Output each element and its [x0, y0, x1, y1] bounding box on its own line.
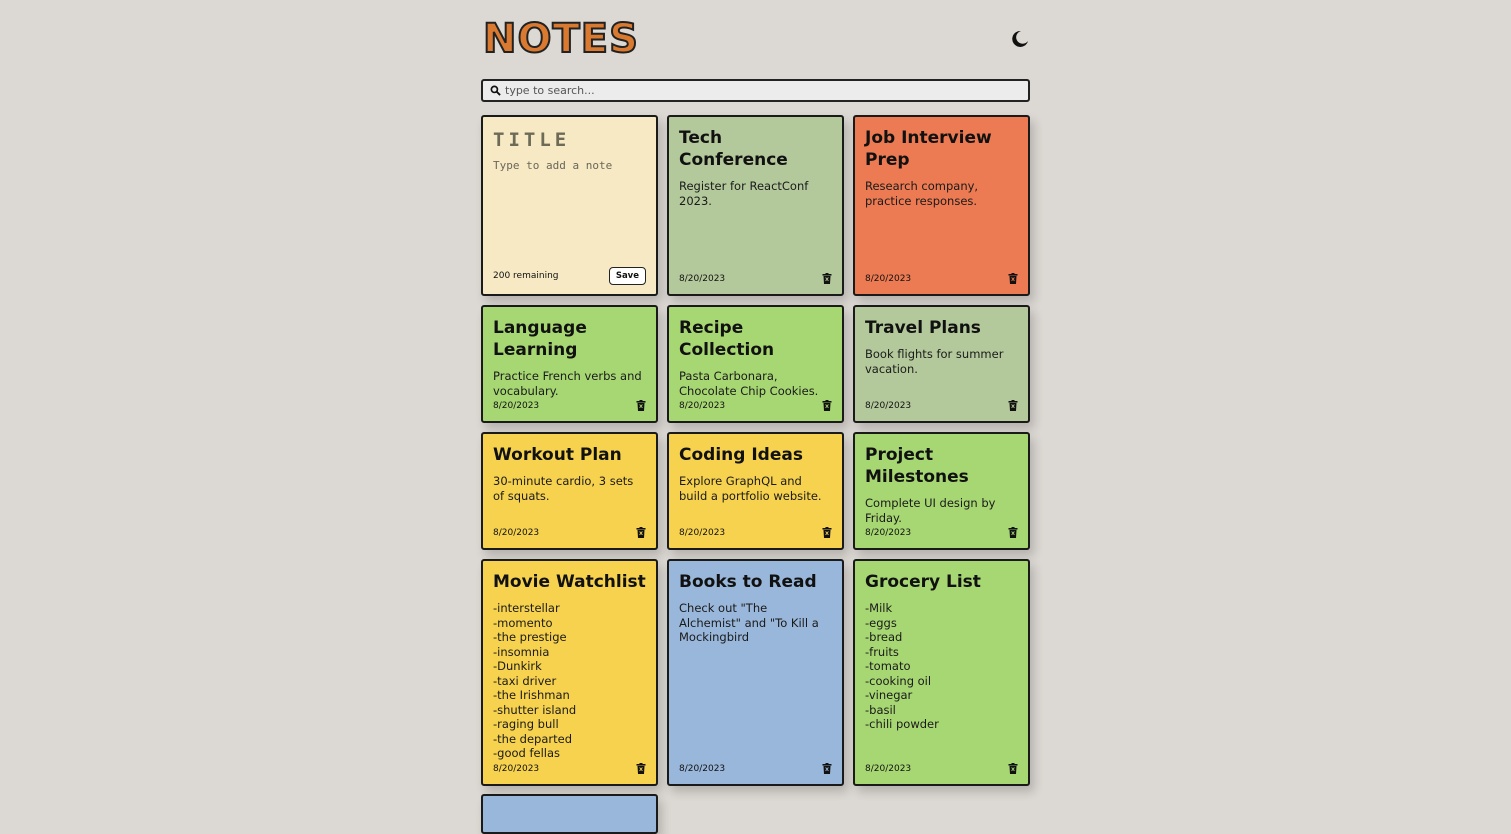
note-card-partial: [481, 794, 658, 834]
note-footer: 8/20/2023: [865, 273, 1018, 284]
note-card: Project Milestones Complete UI design by …: [853, 432, 1030, 550]
save-button[interactable]: Save: [608, 267, 646, 285]
note-title: Coding Ideas: [679, 445, 803, 465]
note-footer: 8/20/2023: [679, 273, 832, 284]
new-note-body-input[interactable]: [493, 159, 643, 239]
note-card: Movie Watchlist -interstellar -momento -t…: [481, 559, 658, 786]
app-title: NOTES: [482, 15, 639, 63]
search-icon: [485, 81, 505, 100]
note-footer: 8/20/2023: [865, 400, 1018, 411]
note-card: Books to Read Check out "The Alchemist" a…: [667, 559, 844, 786]
note-date: 8/20/2023: [865, 763, 912, 774]
note-footer: 8/20/2023: [865, 763, 1018, 774]
note-body: Register for ReactConf 2023.: [679, 179, 809, 208]
note-title: Books to Read: [679, 572, 817, 592]
header: NOTES: [481, 0, 1030, 79]
trash-icon[interactable]: [822, 400, 832, 411]
note-title: Grocery List: [865, 572, 981, 592]
note-card: Coding Ideas Explore GraphQL and build a …: [667, 432, 844, 550]
note-title: Project Milestones: [865, 445, 969, 487]
note-title: Language Learning: [493, 318, 587, 360]
trash-icon[interactable]: [1008, 527, 1018, 538]
note-date: 8/20/2023: [679, 763, 726, 774]
note-body: -Milk -eggs -bread -fruits -tomato -cook…: [865, 601, 939, 731]
trash-icon[interactable]: [1008, 400, 1018, 411]
note-footer: 8/20/2023: [679, 400, 832, 411]
note-card: Grocery List -Milk -eggs -bread -fruits -…: [853, 559, 1030, 786]
note-footer: 8/20/2023: [493, 400, 646, 411]
note-date: 8/20/2023: [493, 763, 540, 774]
trash-icon[interactable]: [636, 527, 646, 538]
trash-icon[interactable]: [822, 527, 832, 538]
notes-app: NOTES: [481, 0, 1030, 102]
note-body: Practice French verbs and vocabulary.: [493, 369, 642, 398]
note-date: 8/20/2023: [865, 400, 912, 411]
note-date: 8/20/2023: [865, 273, 912, 284]
note-body: Pasta Carbonara, Chocolate Chip Cookies.: [679, 369, 819, 398]
note-title: Movie Watchlist: [493, 572, 646, 592]
note-card: Workout Plan 30-minute cardio, 3 sets of …: [481, 432, 658, 550]
note-title: Workout Plan: [493, 445, 622, 465]
note-footer: 8/20/2023: [493, 527, 646, 538]
note-card: Language Learning Practice French verbs a…: [481, 305, 658, 423]
note-date: 8/20/2023: [865, 527, 912, 538]
trash-icon[interactable]: [822, 273, 832, 284]
note-date: 8/20/2023: [679, 527, 726, 538]
note-footer: 8/20/2023: [865, 527, 1018, 538]
trash-icon[interactable]: [822, 763, 832, 774]
search-bar: [481, 79, 1030, 102]
trash-icon[interactable]: [636, 400, 646, 411]
note-card: Tech Conference Register for ReactConf 20…: [667, 115, 844, 296]
note-body: Book flights for summer vacation.: [865, 347, 1004, 376]
trash-icon[interactable]: [1008, 763, 1018, 774]
note-body: Research company, practice responses.: [865, 179, 979, 208]
note-title: Recipe Collection: [679, 318, 775, 360]
trash-icon[interactable]: [1008, 273, 1018, 284]
trash-icon[interactable]: [636, 763, 646, 774]
note-date: 8/20/2023: [493, 400, 540, 411]
note-body: Complete UI design by Friday.: [865, 496, 996, 525]
note-date: 8/20/2023: [679, 400, 726, 411]
characters-remaining: 200 remaining: [493, 271, 559, 281]
note-card: Travel Plans Book flights for summer vaca…: [853, 305, 1030, 423]
note-footer: 8/20/2023: [493, 763, 646, 774]
note-card: Job Interview Prep Research company, prac…: [853, 115, 1030, 296]
note-date: 8/20/2023: [493, 527, 540, 538]
note-body: -interstellar -momento -the prestige -in…: [493, 601, 577, 760]
note-footer: 8/20/2023: [679, 527, 832, 538]
note-title: Tech Conference: [679, 128, 788, 170]
note-card: Recipe Collection Pasta Carbonara, Chocol…: [667, 305, 844, 423]
moon-icon[interactable]: [1010, 29, 1030, 49]
search-input[interactable]: [505, 84, 1005, 97]
note-title: Travel Plans: [865, 318, 981, 338]
note-title: Job Interview Prep: [865, 128, 992, 170]
note-date: 8/20/2023: [679, 273, 726, 284]
note-body: Explore GraphQL and build a portfolio we…: [679, 474, 822, 503]
note-footer: 8/20/2023: [679, 763, 832, 774]
new-note-title-input[interactable]: [493, 129, 643, 151]
note-body: 30-minute cardio, 3 sets of squats.: [493, 474, 634, 503]
new-note-card: 200 remaining Save: [481, 115, 658, 296]
new-note-footer: 200 remaining Save: [493, 267, 646, 285]
note-body: Check out "The Alchemist" and "To Kill a…: [679, 601, 819, 644]
